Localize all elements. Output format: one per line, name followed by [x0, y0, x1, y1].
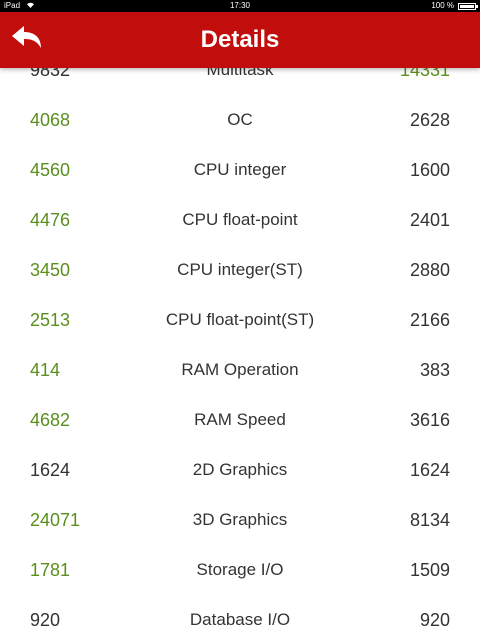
right-score: 8134 — [409, 510, 450, 530]
test-name: CPU float-point — [182, 210, 298, 229]
list-row: CPU integer(ST) 3450 2880 — [0, 245, 480, 295]
left-score: 414 — [30, 360, 61, 380]
test-name: 2D Graphics — [192, 460, 288, 479]
right-score: 14331 — [399, 68, 450, 80]
right-score: 2401 — [409, 210, 450, 230]
test-name: Storage I/O — [196, 560, 284, 579]
battery-icon — [458, 2, 478, 10]
left-score: 4476 — [30, 210, 71, 230]
right-score: 3616 — [409, 410, 450, 430]
left-score: 3450 — [30, 260, 71, 280]
list-row: RAM Speed 4682 3616 — [0, 395, 480, 445]
list-row: CPU float-point 4476 2401 — [0, 195, 480, 245]
list-row: 3D Graphics 24071 8134 — [0, 495, 480, 545]
list-row: CPU float-point(ST) 2513 2166 — [0, 295, 480, 345]
test-name: CPU integer — [193, 160, 287, 179]
list-row: Storage I/O 1781 1509 — [0, 545, 480, 595]
battery-level-fill — [460, 4, 474, 8]
nav-bar: Details — [0, 12, 480, 68]
test-name: RAM Speed — [194, 410, 286, 429]
list-row: CPU integer 4560 1600 — [0, 145, 480, 195]
right-score: 2166 — [409, 310, 450, 330]
test-name: OC — [227, 110, 253, 129]
test-name: RAM Operation — [181, 360, 299, 379]
status-time: 17:30 — [229, 1, 251, 10]
status-bar: iPad 17:30 100 % — [0, 0, 480, 12]
list-row: Database I/O 920 920 — [0, 595, 480, 640]
left-score: 24071 — [30, 510, 81, 530]
right-score: 920 — [419, 610, 450, 630]
left-score: 4682 — [30, 410, 71, 430]
list-row: RAM Operation 414 383 — [0, 345, 480, 395]
left-score: 1781 — [30, 560, 71, 580]
comparison-list: Multitask 9832 14331 OC 4068 2628 CPU integer 4… — [0, 68, 480, 640]
right-score: 2880 — [409, 260, 450, 280]
page-title: Details — [200, 26, 280, 53]
right-score: 1600 — [409, 160, 450, 180]
left-score: 920 — [30, 610, 61, 630]
status-right: 100 % — [431, 0, 478, 12]
list-row: OC 4068 2628 — [0, 95, 480, 145]
left-score: 1624 — [30, 460, 71, 480]
test-name: Database I/O — [189, 610, 291, 629]
right-score: 383 — [419, 360, 450, 380]
right-score: 1509 — [409, 560, 450, 580]
test-name: CPU integer(ST) — [177, 260, 303, 279]
list-row: 2D Graphics 1624 1624 — [0, 445, 480, 495]
list-row: Multitask 9832 14331 — [0, 68, 480, 95]
left-score: 4068 — [30, 110, 71, 130]
battery-text: 100 % — [431, 1, 454, 10]
right-score: 2628 — [409, 110, 450, 130]
right-score: 1624 — [409, 460, 450, 480]
left-score: 2513 — [30, 310, 71, 330]
left-score: 9832 — [30, 68, 71, 80]
left-score: 4560 — [30, 160, 71, 180]
test-name: CPU float-point(ST) — [165, 310, 315, 329]
